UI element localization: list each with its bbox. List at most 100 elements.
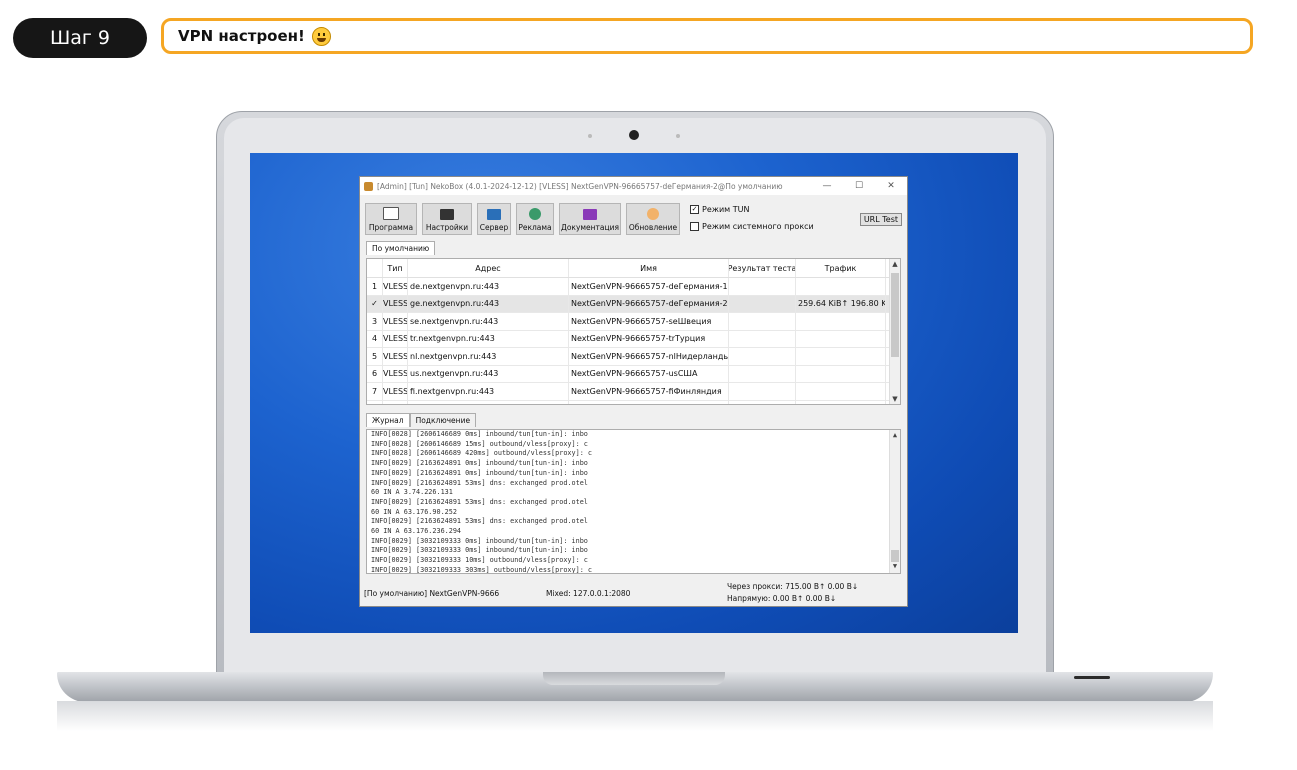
scroll-up-icon[interactable]: ▲	[890, 260, 900, 268]
log-line: INFO[0028] [2606146689 0ms] inbound/tun[…	[371, 430, 588, 438]
log-line: INFO[0029] [3032109333 10ms] outbound/vl…	[371, 556, 588, 565]
scroll-down-icon[interactable]: ▼	[890, 562, 900, 572]
row-address: de.nextgenvpn.ru:443	[408, 278, 569, 295]
system-proxy-check-icon	[690, 222, 699, 231]
log-line: INFO[0029] [3032109333 0ms] inbound/tun[…	[371, 536, 588, 545]
row-type: VLESS	[383, 295, 408, 312]
scroll-thumb[interactable]	[891, 550, 899, 562]
status-mixed: Mixed: 127.0.0.1:2080	[546, 589, 631, 598]
table-row[interactable]: 4 VLESS tr.nextgenvpn.ru:443 NextGenVPN-966…	[367, 330, 900, 348]
tab-connections[interactable]: Подключение	[409, 413, 477, 427]
row-index: 1	[367, 278, 383, 295]
log-line: INFO[0028] [2606146689 15ms] outbound/vl…	[371, 439, 588, 448]
table-row[interactable]: 7 VLESS fi.nextgenvpn.ru:443 NextGenVPN-966…	[367, 383, 900, 401]
row-index: 5	[367, 348, 383, 365]
table-row[interactable]: 8VLESSvpn.nextgenvpn.ru:443NextGenVPN-96…	[367, 400, 900, 404]
row-type: VLESS	[383, 383, 408, 400]
server-button[interactable]: Сервер	[477, 203, 511, 235]
ads-button[interactable]: Реклама	[516, 203, 554, 235]
row-traffic	[796, 278, 886, 295]
row-name: NextGenVPN-96665757-deГермания-2	[569, 295, 729, 312]
minimize-icon[interactable]: —	[811, 181, 843, 191]
server-table: Тип Адрес Имя Результат теста Трафик 1 VL…	[366, 258, 901, 405]
row-traffic	[796, 313, 886, 330]
log-scrollbar[interactable]: ▲ ▼	[889, 430, 900, 573]
documentation-button[interactable]: Документация	[559, 203, 621, 235]
nekobox-app-icon	[364, 181, 373, 191]
program-icon	[383, 207, 399, 220]
status-direct: Напрямую: 0.00 B↑ 0.00 B↓	[727, 594, 837, 603]
url-test-button[interactable]: URL Test	[859, 213, 902, 226]
log-line: INFO[0029] [2163624891 0ms] inbound/tun[…	[371, 459, 588, 468]
system-proxy-checkbox[interactable]: Режим системного прокси	[690, 222, 814, 231]
row-traffic	[796, 365, 886, 382]
window-titlebar[interactable]: [Admin] [Tun] NekoBox (4.0.1-2024-12-12)…	[360, 177, 907, 195]
status-via-proxy: Через прокси: 715.00 B↑ 0.00 B↓	[727, 582, 859, 591]
table-row[interactable]: 6 VLESS us.nextgenvpn.ru:443 NextGenVPN-966…	[367, 365, 900, 383]
row-name: NextGenVPN-96665757-deГермания-3	[569, 400, 729, 404]
settings-button-label: Настройки	[425, 223, 469, 232]
documentation-icon	[583, 209, 597, 220]
scroll-down-icon[interactable]: ▼	[890, 395, 900, 403]
update-button[interactable]: Обновление	[626, 203, 680, 235]
status-bar: [По умолчанию] NextGenVPN-9666 Mixed: 12…	[364, 581, 904, 605]
row-name: NextGenVPN-96665757-usСША	[569, 365, 729, 382]
col-address[interactable]: Адрес	[408, 259, 569, 277]
row-test-result	[729, 400, 796, 404]
program-button[interactable]: Программа	[365, 203, 417, 235]
row-traffic: 259.64 KiB↑ 196.80 KiB↓	[796, 295, 886, 312]
log-line: 60 IN A 3.74.226.131	[371, 488, 453, 497]
table-scrollbar[interactable]: ▲ ▼	[889, 259, 900, 404]
row-traffic	[796, 348, 886, 365]
update-button-label: Обновление	[628, 223, 678, 232]
row-address: us.nextgenvpn.ru:443	[408, 365, 569, 382]
log-line: 60 IN A 63.176.90.252	[371, 507, 457, 516]
log-line: INFO[0029] [2163624891 53ms] dns: exchan…	[371, 478, 588, 487]
row-index: 7	[367, 383, 383, 400]
row-address: tr.nextgenvpn.ru:443	[408, 330, 569, 347]
row-type: VLESS	[383, 365, 408, 382]
row-address: nl.nextgenvpn.ru:443	[408, 348, 569, 365]
close-icon[interactable]: ✕	[875, 181, 907, 191]
table-row[interactable]: 1 VLESS de.nextgenvpn.ru:443 NextGenVPN-966…	[367, 278, 900, 296]
row-address: ge.nextgenvpn.ru:443	[408, 295, 569, 312]
row-type: VLESS	[383, 348, 408, 365]
tun-mode-checkbox[interactable]: ✓ Режим TUN	[690, 205, 814, 214]
row-test-result	[729, 295, 796, 312]
log-line: 60 IN A 63.176.236.294	[371, 527, 462, 536]
row-address: se.nextgenvpn.ru:443	[408, 313, 569, 330]
tab-log[interactable]: Журнал	[366, 413, 410, 427]
col-type[interactable]: Тип	[383, 259, 408, 277]
row-type: VLESS	[383, 400, 408, 404]
laptop-led	[1074, 676, 1110, 679]
row-name: NextGenVPN-96665757-fiФинляндия	[569, 383, 729, 400]
laptop-shadow	[57, 701, 1213, 731]
log-line: INFO[0029] [3032109333 0ms] inbound/tun[…	[371, 546, 588, 555]
scroll-thumb[interactable]	[891, 273, 899, 357]
col-traffic[interactable]: Трафик	[796, 259, 886, 277]
scroll-up-icon[interactable]: ▲	[890, 431, 900, 441]
globe-icon	[529, 208, 541, 220]
col-test-result[interactable]: Результат теста	[729, 259, 796, 277]
table-row[interactable]: ✓ VLESS ge.nextgenvpn.ru:443 NextGenVPN-966…	[367, 295, 900, 313]
tab-default-group[interactable]: По умолчанию	[366, 241, 436, 255]
row-traffic	[796, 383, 886, 400]
maximize-icon[interactable]: ☐	[843, 181, 875, 191]
log-line: INFO[0029] [2163624891 53ms] dns: exchan…	[371, 517, 588, 526]
documentation-button-label: Документация	[560, 223, 620, 232]
table-row[interactable]: 3 VLESS se.nextgenvpn.ru:443 NextGenVPN-966…	[367, 313, 900, 331]
settings-icon	[440, 209, 454, 220]
laptop-base-notch	[543, 672, 725, 685]
log-panel: INFO[0028] [2606146689 0ms] inbound/tun[…	[366, 429, 901, 574]
table-row[interactable]: 5 VLESS nl.nextgenvpn.ru:443 NextGenVPN-966…	[367, 348, 900, 366]
col-name[interactable]: Имя	[569, 259, 729, 277]
program-button-label: Программа	[368, 223, 414, 232]
row-address: vpn.nextgenvpn.ru:443	[408, 400, 569, 404]
row-test-result	[729, 348, 796, 365]
camera-sensor-icon	[676, 134, 680, 138]
main-toolbar: Программа Настройки Сервер Реклама Докум…	[365, 203, 680, 237]
settings-button[interactable]: Настройки	[422, 203, 472, 235]
step-title: VPN настроен!	[178, 27, 305, 45]
log-line: INFO[0029] [3032109333 303ms] outbound/v…	[371, 565, 592, 574]
row-test-result	[729, 278, 796, 295]
